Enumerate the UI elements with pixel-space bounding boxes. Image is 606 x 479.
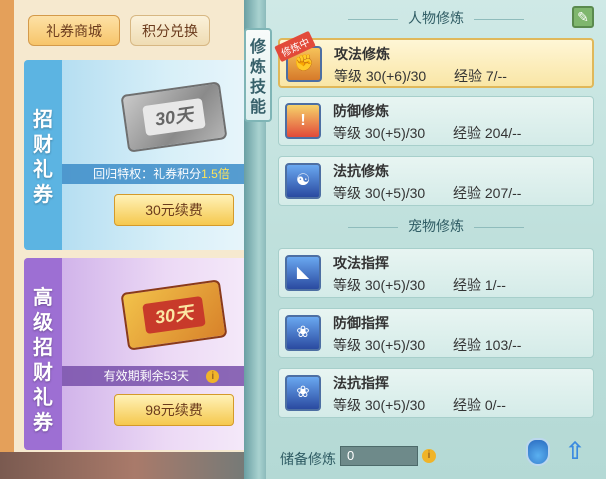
fortune-voucher-card: 招财礼券 30天 回归特权：礼券积分1.5倍 30元续费 [24, 60, 261, 250]
cultivation-panel: 人物修炼 ✎ ✊ 修炼中 攻法修炼 等级 30(+6)/30 经验 7/-- !… [266, 0, 606, 479]
defense-icon: ! [285, 103, 321, 139]
reserve-cultivation-input[interactable]: 0 [340, 446, 418, 466]
info-icon[interactable]: i [422, 449, 436, 463]
ticket-days: 30天 [142, 97, 206, 137]
edit-icon[interactable]: ✎ [572, 6, 594, 28]
card-title: 高级招财礼券 [33, 287, 53, 434]
skill-row-pet-resist[interactable]: ❀ 法抗指挥 等级 30(+5)/30 经验 0/-- [278, 368, 594, 418]
info-icon[interactable]: i [206, 370, 220, 384]
return-privilege-bar: 回归特权：礼券积分1.5倍 [62, 164, 261, 184]
card-title: 招财礼券 [33, 109, 53, 206]
tab-points-exchange[interactable]: 积分兑换 [130, 15, 210, 46]
pet-resist-icon: ❀ [285, 375, 321, 411]
pet-attack-icon: ◣ [285, 255, 321, 291]
magic-resist-icon: ☯ [285, 163, 321, 199]
skill-row-pet-defense[interactable]: ❀ 防御指挥 等级 30(+5)/30 经验 103/-- [278, 308, 594, 358]
pet-cultivation-title: 宠物修炼 [266, 216, 606, 236]
skill-row-magic-resist[interactable]: ☯ 法抗修炼 等级 30(+5)/30 经验 207/-- [278, 156, 594, 206]
cultivation-skill-tag[interactable]: 修炼技能 [244, 28, 272, 122]
renew-98-button[interactable]: 98元续费 [114, 394, 234, 426]
scene-background [0, 452, 270, 479]
ticket-days: 30天 [142, 295, 206, 335]
tab-voucher-shop[interactable]: 礼券商城 [28, 15, 120, 46]
silver-ticket-icon: 30天 [120, 81, 228, 153]
expiry-bar: 有效期剩余53天 i [62, 366, 261, 386]
pet-defense-icon: ❀ [285, 315, 321, 351]
gold-ticket-icon: 30天 [120, 279, 228, 351]
skill-row-defense[interactable]: ! 防御修炼 等级 30(+5)/30 经验 204/-- [278, 96, 594, 146]
renew-30-button[interactable]: 30元续费 [114, 194, 234, 226]
reserve-label: 储备修炼 [280, 451, 336, 467]
premium-fortune-voucher-card: 高级招财礼券 30天 有效期剩余53天 i 98元续费 [24, 258, 261, 450]
upgrade-arrow-icon[interactable]: ⇧ [563, 438, 587, 466]
skill-row-attack[interactable]: ✊ 修炼中 攻法修炼 等级 30(+6)/30 经验 7/-- [274, 30, 594, 88]
potion-icon[interactable] [526, 438, 550, 466]
skill-row-pet-attack[interactable]: ◣ 攻法指挥 等级 30(+5)/30 经验 1/-- [278, 248, 594, 298]
person-cultivation-title: 人物修炼 [266, 8, 606, 28]
